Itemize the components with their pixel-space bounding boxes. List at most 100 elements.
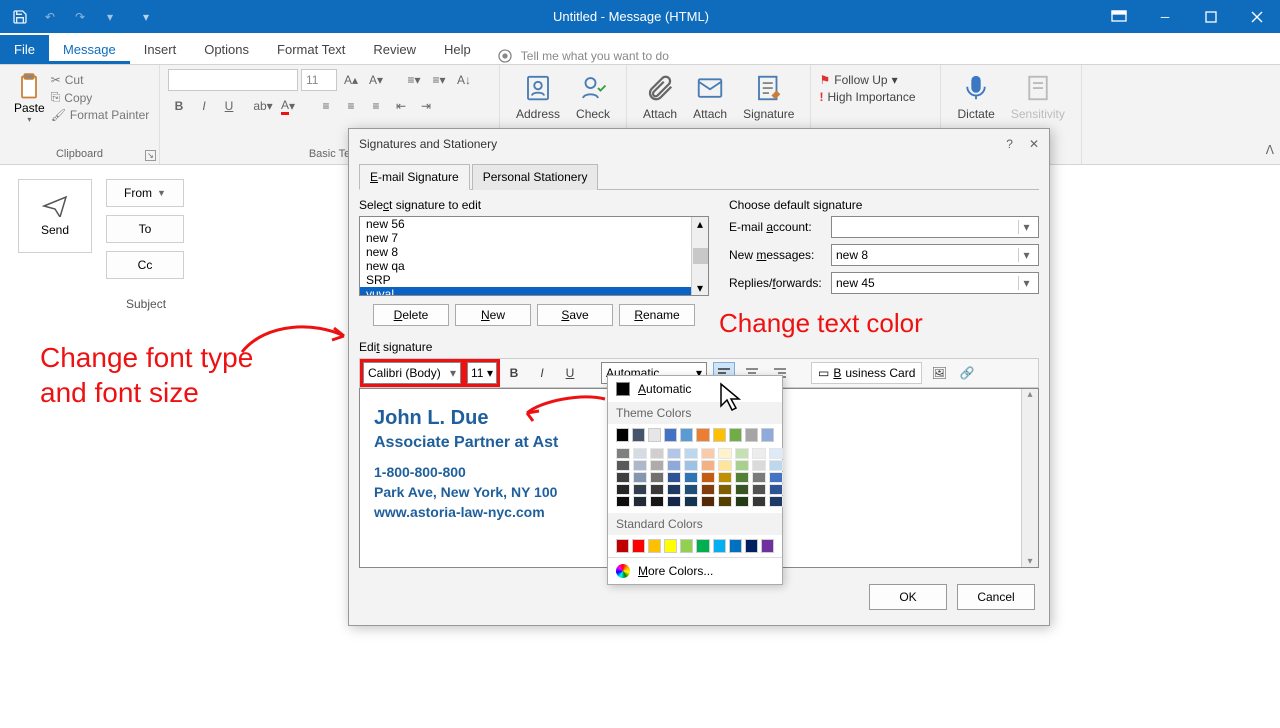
- format-painter-button[interactable]: 🖌Format Painter: [51, 108, 150, 122]
- bullets-icon[interactable]: ≡▾: [403, 69, 425, 91]
- color-swatch[interactable]: [648, 428, 661, 442]
- color-swatch[interactable]: [701, 484, 715, 495]
- editor-scrollbar[interactable]: ▴▾: [1021, 389, 1038, 567]
- sig-italic-icon[interactable]: I: [531, 362, 553, 384]
- undo-icon[interactable]: ↶: [40, 7, 60, 27]
- scrollbar[interactable]: ▴▾: [691, 217, 708, 295]
- dialog-close-icon[interactable]: ✕: [1029, 137, 1039, 151]
- color-swatch[interactable]: [684, 496, 698, 507]
- tab-review[interactable]: Review: [359, 35, 430, 64]
- color-swatch[interactable]: [633, 496, 647, 507]
- color-swatch[interactable]: [735, 460, 749, 471]
- color-swatch[interactable]: [718, 460, 732, 471]
- color-swatch[interactable]: [632, 428, 645, 442]
- color-swatch[interactable]: [735, 496, 749, 507]
- save-icon[interactable]: [10, 7, 30, 27]
- color-swatch[interactable]: [616, 460, 630, 471]
- tab-format-text[interactable]: Format Text: [263, 35, 359, 64]
- delete-button[interactable]: Delete: [373, 304, 449, 326]
- align-center-icon[interactable]: ≡: [340, 95, 362, 117]
- color-swatch[interactable]: [633, 484, 647, 495]
- color-swatch[interactable]: [752, 460, 766, 471]
- color-swatch[interactable]: [718, 472, 732, 483]
- color-swatch[interactable]: [735, 448, 749, 459]
- new-button[interactable]: New: [455, 304, 531, 326]
- color-swatch[interactable]: [650, 460, 664, 471]
- sig-underline-icon[interactable]: U: [559, 362, 581, 384]
- tab-insert[interactable]: Insert: [130, 35, 191, 64]
- color-swatch[interactable]: [616, 428, 629, 442]
- color-swatch[interactable]: [667, 484, 681, 495]
- address-book-button[interactable]: Address: [508, 69, 568, 125]
- align-right-icon[interactable]: ≡: [365, 95, 387, 117]
- color-swatch[interactable]: [769, 448, 783, 459]
- sensitivity-button[interactable]: Sensitivity: [1003, 69, 1073, 125]
- check-names-button[interactable]: Check: [568, 69, 618, 125]
- tab-email-signature[interactable]: E-mail Signature: [359, 164, 470, 190]
- list-item[interactable]: new 56: [360, 217, 708, 231]
- tab-options[interactable]: Options: [190, 35, 263, 64]
- color-swatch[interactable]: [616, 484, 630, 495]
- ok-button[interactable]: OK: [869, 584, 947, 610]
- color-swatch[interactable]: [633, 472, 647, 483]
- shrink-font-icon[interactable]: A▾: [365, 69, 387, 91]
- color-swatch[interactable]: [680, 539, 693, 553]
- color-swatch[interactable]: [718, 484, 732, 495]
- grow-font-icon[interactable]: A▴: [340, 69, 362, 91]
- tab-personal-stationery[interactable]: Personal Stationery: [472, 164, 599, 190]
- qat-more-icon[interactable]: ▾: [100, 7, 120, 27]
- maximize-icon[interactable]: [1188, 0, 1234, 33]
- email-account-select[interactable]: ▾: [831, 216, 1039, 238]
- close-icon[interactable]: [1234, 0, 1280, 33]
- color-swatch[interactable]: [769, 496, 783, 507]
- cancel-button[interactable]: Cancel: [957, 584, 1035, 610]
- color-swatch[interactable]: [650, 472, 664, 483]
- italic-icon[interactable]: I: [193, 95, 215, 117]
- collapse-ribbon-icon[interactable]: ᐱ: [1266, 143, 1274, 157]
- align-left-icon[interactable]: ≡: [315, 95, 337, 117]
- from-button[interactable]: From▼: [106, 179, 184, 207]
- color-swatch[interactable]: [761, 428, 774, 442]
- color-swatch[interactable]: [684, 472, 698, 483]
- rename-button[interactable]: Rename: [619, 304, 695, 326]
- color-swatch[interactable]: [667, 496, 681, 507]
- color-swatch[interactable]: [616, 448, 630, 459]
- underline-icon[interactable]: U: [218, 95, 240, 117]
- clipboard-launcher[interactable]: ↘: [145, 150, 156, 161]
- tab-help[interactable]: Help: [430, 35, 485, 64]
- color-swatch[interactable]: [701, 448, 715, 459]
- dictate-button[interactable]: Dictate: [949, 69, 1002, 125]
- highlight-icon[interactable]: ab▾: [252, 95, 274, 117]
- help-icon[interactable]: ?: [1006, 137, 1013, 151]
- indent-dec-icon[interactable]: ⇤: [390, 95, 412, 117]
- font-color-icon[interactable]: A▾: [277, 95, 299, 117]
- color-swatch[interactable]: [667, 460, 681, 471]
- attach-item-button[interactable]: Attach: [685, 69, 735, 125]
- color-automatic[interactable]: Automatic: [608, 376, 782, 402]
- more-colors[interactable]: More Colors...: [608, 557, 782, 584]
- color-swatch[interactable]: [729, 428, 742, 442]
- ribbon-options-icon[interactable]: [1096, 0, 1142, 33]
- color-swatch[interactable]: [769, 472, 783, 483]
- list-item[interactable]: new qa: [360, 259, 708, 273]
- color-swatch[interactable]: [633, 460, 647, 471]
- indent-inc-icon[interactable]: ⇥: [415, 95, 437, 117]
- signature-list[interactable]: new 56 new 7 new 8 new qa SRP yuval ▴▾: [359, 216, 709, 296]
- sig-size-select[interactable]: 11▾: [467, 362, 497, 384]
- minimize-icon[interactable]: ─: [1142, 0, 1188, 33]
- font-family-select[interactable]: [168, 69, 298, 91]
- qat-customize-icon[interactable]: ▾: [136, 7, 156, 27]
- color-swatch[interactable]: [701, 460, 715, 471]
- color-swatch[interactable]: [718, 448, 732, 459]
- copy-button[interactable]: ⎘Copy: [51, 90, 150, 105]
- signature-button[interactable]: Signature: [735, 69, 802, 125]
- color-swatch[interactable]: [616, 539, 629, 553]
- color-swatch[interactable]: [752, 484, 766, 495]
- color-swatch[interactable]: [769, 484, 783, 495]
- attach-file-button[interactable]: Attach: [635, 69, 685, 125]
- follow-up-button[interactable]: ⚑Follow Up ▾: [819, 73, 932, 87]
- color-swatch[interactable]: [650, 496, 664, 507]
- color-swatch[interactable]: [616, 472, 630, 483]
- send-button[interactable]: Send: [18, 179, 92, 253]
- color-swatch[interactable]: [735, 472, 749, 483]
